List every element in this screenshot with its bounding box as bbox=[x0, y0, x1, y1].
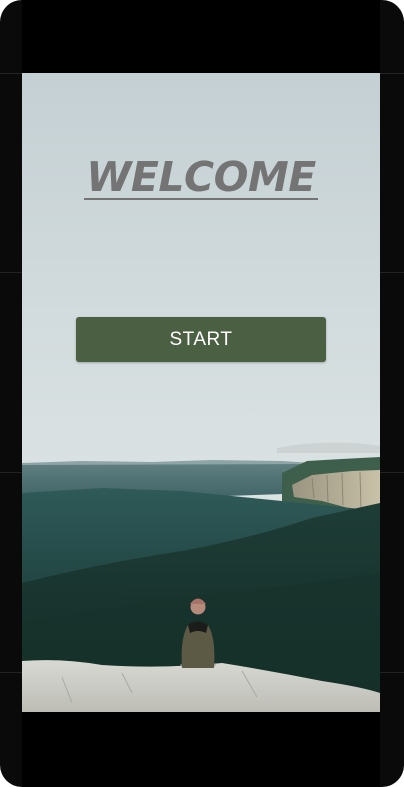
start-button[interactable]: START bbox=[76, 317, 326, 362]
bottom-bar bbox=[22, 712, 380, 787]
top-bar bbox=[22, 0, 380, 73]
welcome-text: WELCOME bbox=[84, 153, 318, 201]
page-title: WELCOME bbox=[22, 153, 380, 201]
device-frame: WELCOME START bbox=[0, 0, 404, 787]
app-screen: WELCOME START bbox=[22, 73, 380, 712]
